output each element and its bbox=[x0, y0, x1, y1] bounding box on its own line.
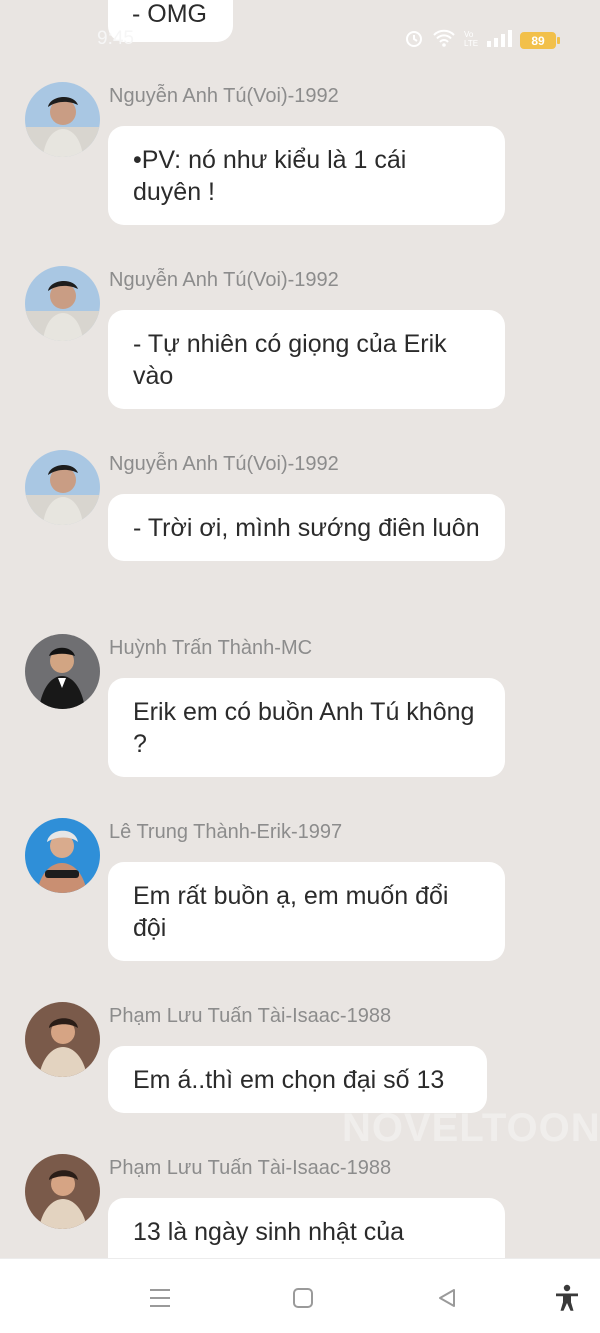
avatar[interactable] bbox=[25, 82, 100, 157]
avatar[interactable] bbox=[25, 1154, 100, 1229]
accessibility-icon[interactable] bbox=[552, 1283, 582, 1313]
message-text: Em rất buồn ạ, em muốn đổi đội bbox=[133, 882, 449, 942]
sender-name: Phạm Lưu Tuấn Tài-Isaac-1988 bbox=[109, 1005, 392, 1027]
message-bubble[interactable]: - Tự nhiên có giọng của Erik vào bbox=[108, 310, 505, 409]
avatar[interactable] bbox=[25, 1002, 100, 1077]
message-bubble[interactable]: - Trời ơi, mình sướng điên luôn bbox=[108, 494, 505, 561]
wifi-icon bbox=[432, 28, 456, 53]
status-bar: 9:45 Vo LTE 89 bbox=[0, 22, 600, 56]
system-nav-bar bbox=[0, 1258, 600, 1333]
message-text: Em á..thì em chọn đại số 13 bbox=[133, 1066, 445, 1094]
volte-icon: Vo LTE bbox=[464, 28, 478, 53]
avatar[interactable] bbox=[25, 818, 100, 893]
avatar[interactable] bbox=[25, 450, 100, 525]
message-text: Erik em có buồn Anh Tú không ? bbox=[133, 698, 475, 758]
message-bubble[interactable]: 13 là ngày sinh nhật của bbox=[108, 1198, 505, 1258]
alarm-icon bbox=[404, 28, 424, 53]
home-icon[interactable] bbox=[288, 1283, 318, 1313]
message-bubble[interactable]: Em á..thì em chọn đại số 13 bbox=[108, 1046, 487, 1113]
avatar[interactable] bbox=[25, 634, 100, 709]
status-icons: Vo LTE 89 bbox=[404, 28, 560, 53]
svg-text:LTE: LTE bbox=[464, 39, 478, 48]
message-text: - Trời ơi, mình sướng điên luôn bbox=[133, 514, 480, 542]
message-text: •PV: nó như kiểu là 1 cái duyên ! bbox=[133, 146, 407, 206]
battery-level: 89 bbox=[531, 33, 545, 48]
menu-icon[interactable] bbox=[145, 1283, 175, 1313]
svg-text:Vo: Vo bbox=[464, 30, 474, 39]
message-bubble[interactable]: •PV: nó như kiểu là 1 cái duyên ! bbox=[108, 126, 505, 225]
noveltoon-watermark: NOVELTOON bbox=[342, 1106, 600, 1150]
chat-area: - OMG 9:45 Vo LTE 89 Nguyễn Anh Tú(Voi)-… bbox=[0, 0, 600, 1258]
sender-name: Nguyễn Anh Tú(Voi)-1992 bbox=[109, 453, 339, 475]
message-text: 13 là ngày sinh nhật của bbox=[133, 1218, 405, 1246]
back-icon[interactable] bbox=[432, 1283, 462, 1313]
sender-name: Huỳnh Trấn Thành-MC bbox=[109, 637, 313, 659]
sender-name: Lê Trung Thành-Erik-1997 bbox=[109, 821, 343, 843]
message-bubble[interactable]: Erik em có buồn Anh Tú không ? bbox=[108, 678, 505, 777]
sender-name: Phạm Lưu Tuấn Tài-Isaac-1988 bbox=[109, 1157, 392, 1179]
sender-name: Nguyễn Anh Tú(Voi)-1992 bbox=[109, 269, 339, 291]
status-time: 9:45 bbox=[97, 28, 134, 49]
message-bubble[interactable]: Em rất buồn ạ, em muốn đổi đội bbox=[108, 862, 505, 961]
signal-icon bbox=[486, 28, 512, 53]
message-text: - Tự nhiên có giọng của Erik vào bbox=[133, 330, 447, 390]
avatar[interactable] bbox=[25, 266, 100, 341]
battery-icon: 89 bbox=[520, 32, 560, 49]
sender-name: Nguyễn Anh Tú(Voi)-1992 bbox=[109, 85, 339, 107]
